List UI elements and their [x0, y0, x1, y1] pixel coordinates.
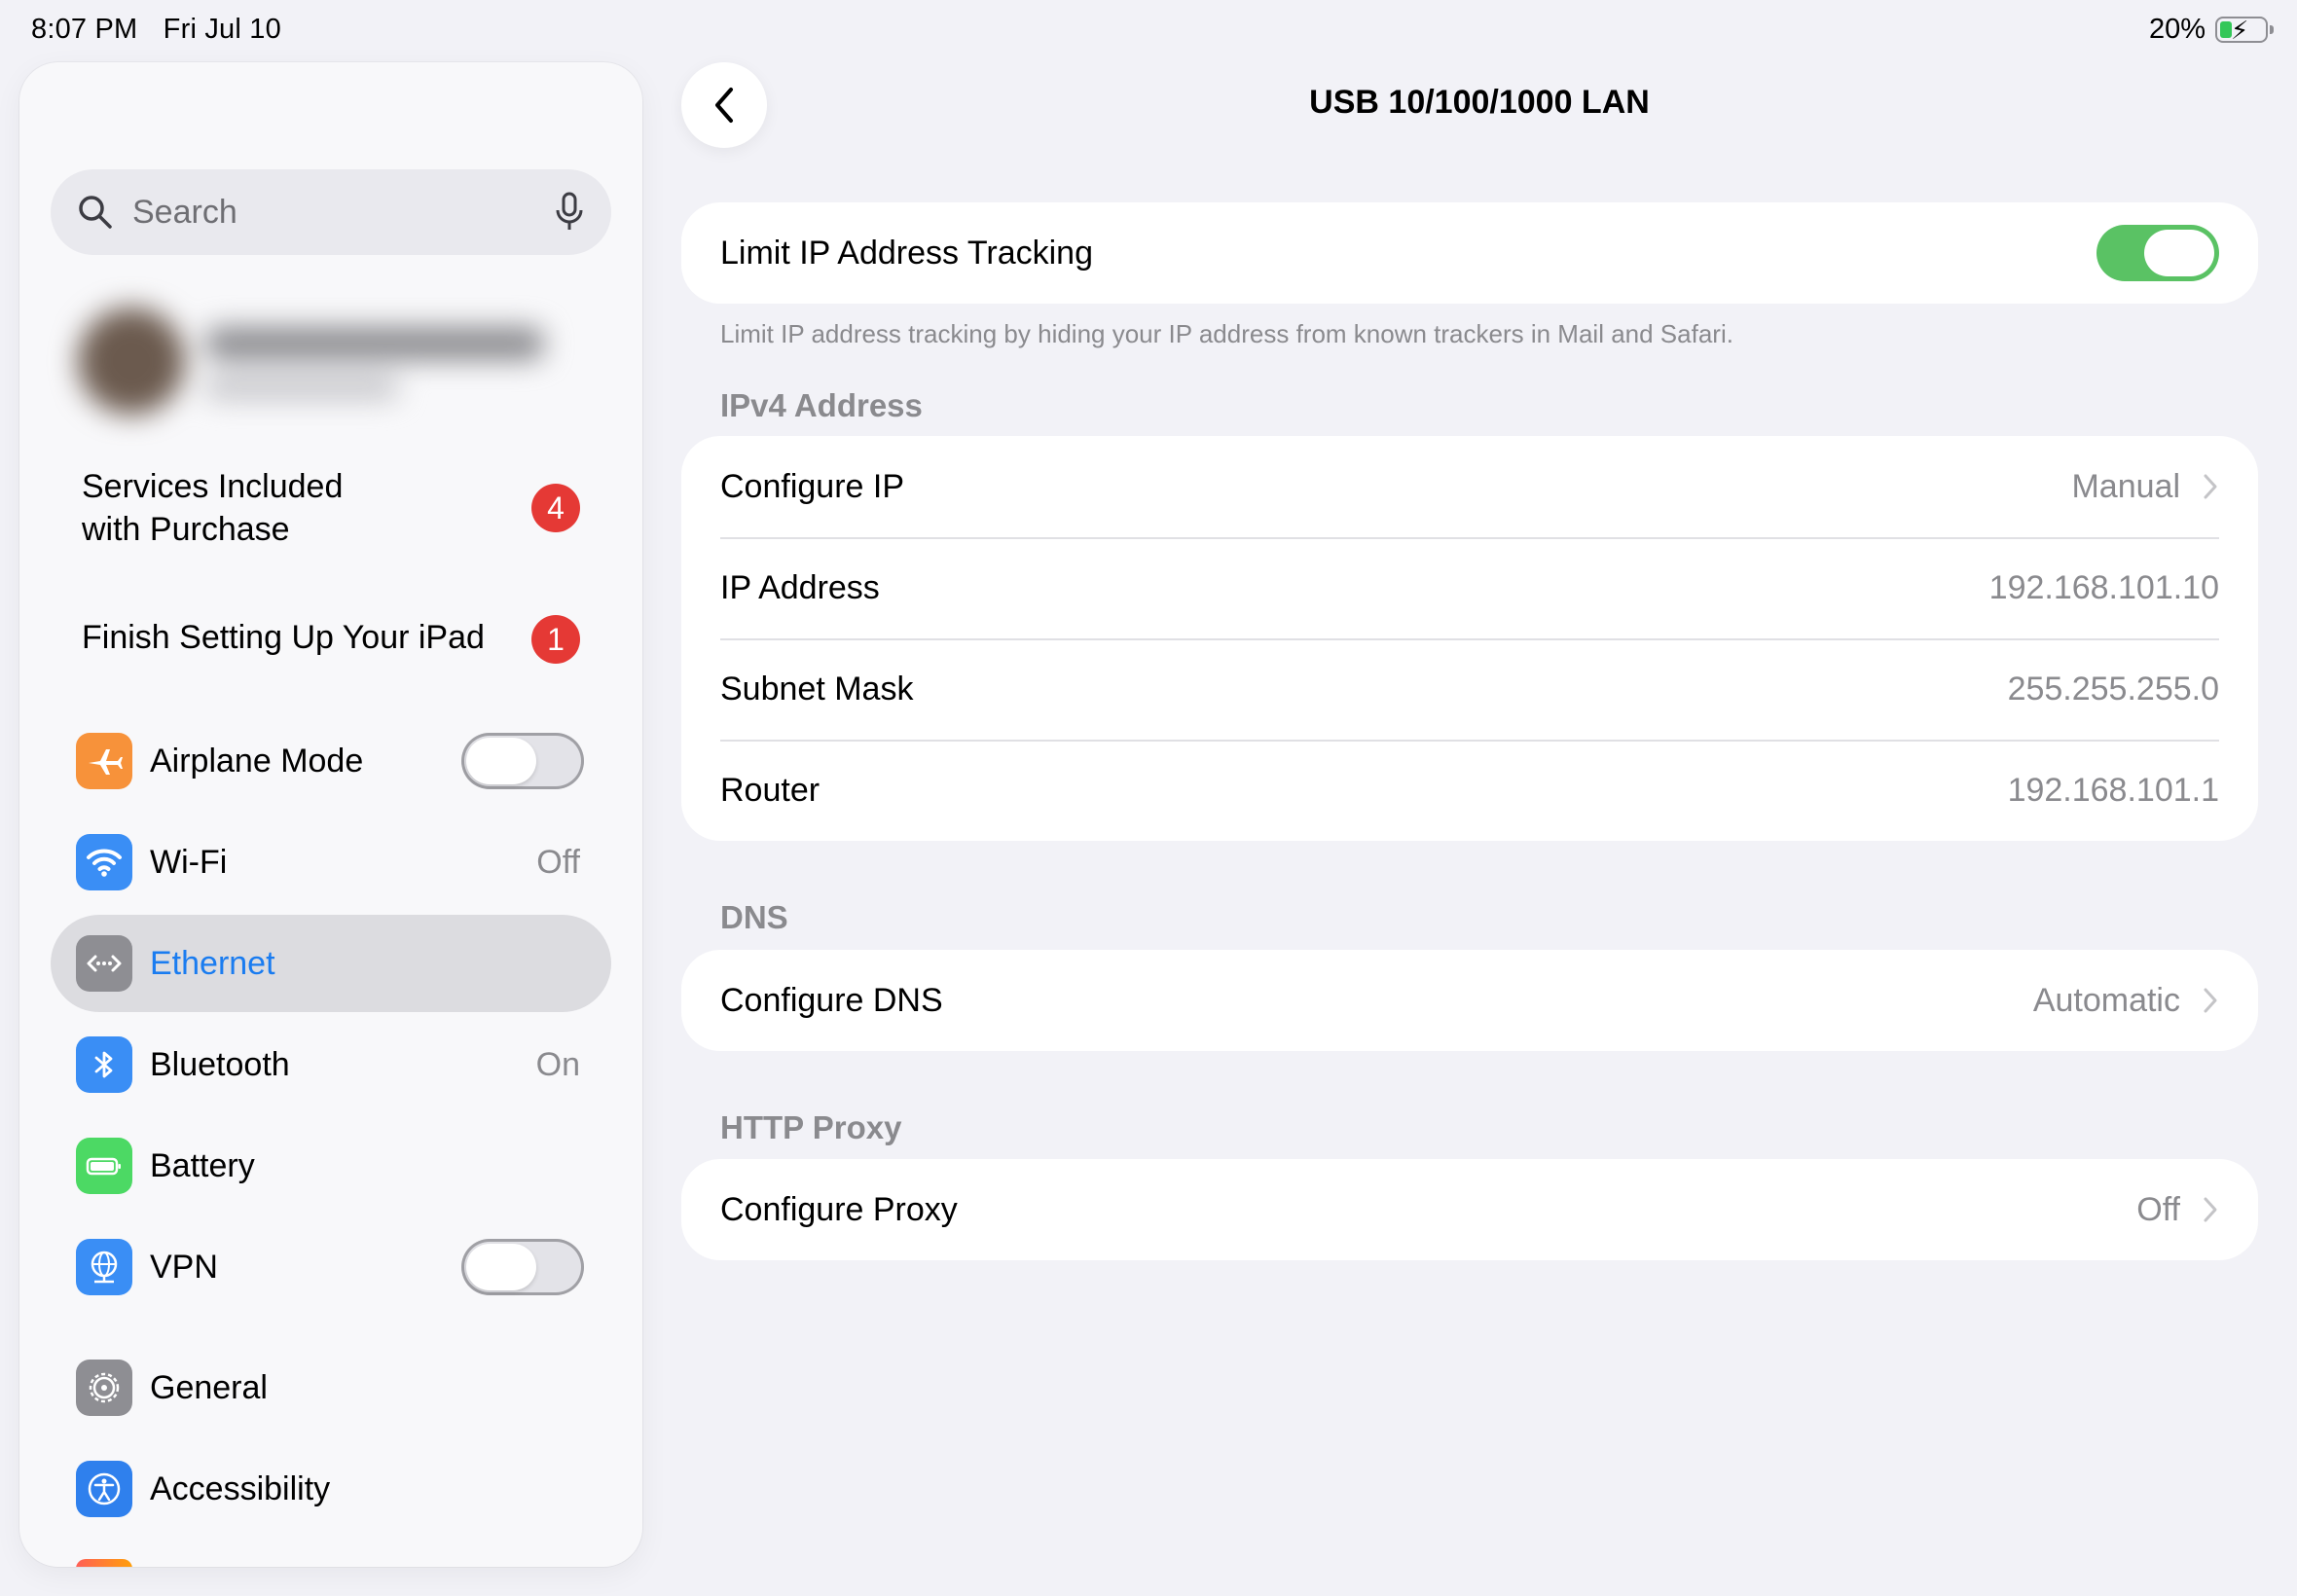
finish-setup-badge: 1	[531, 615, 580, 664]
airplane-mode-toggle[interactable]	[461, 733, 584, 789]
services-included-item[interactable]: Services Included with Purchase	[82, 465, 343, 551]
apple-account-profile-blurred[interactable]	[58, 288, 603, 415]
ip-address-row[interactable]: IP Address 192.168.101.10	[681, 537, 2258, 638]
wifi-icon	[76, 834, 132, 890]
ipv4-section-header: IPv4 Address	[720, 387, 923, 423]
limit-tracking-card: Limit IP Address Tracking	[681, 202, 2258, 304]
sidebar-item-ethernet[interactable]: Ethernet	[51, 915, 611, 1012]
status-bar-left: 8:07 PM Fri Jul 10	[31, 14, 299, 46]
proxy-card: Configure Proxy Off	[681, 1159, 2258, 1260]
wifi-status: Off	[536, 843, 580, 881]
sidebar-item-battery[interactable]: Battery	[51, 1117, 611, 1215]
router-row[interactable]: Router 192.168.101.1	[681, 740, 2258, 841]
battery-charging-icon: ⚡	[2215, 16, 2274, 45]
vpn-globe-icon	[76, 1239, 132, 1295]
back-button[interactable]	[681, 62, 767, 148]
ethernet-icon	[76, 935, 132, 992]
partial-next-item-icon	[76, 1559, 132, 1567]
status-time: 8:07 PM	[31, 14, 138, 45]
limit-ip-tracking-row: Limit IP Address Tracking	[681, 202, 2258, 304]
settings-sidebar: Search Services Included with Purchase 4…	[19, 62, 642, 1567]
page-title: USB 10/100/1000 LAN	[1309, 84, 1650, 121]
sidebar-item-vpn[interactable]: VPN	[51, 1218, 611, 1316]
sidebar-item-general[interactable]: General	[51, 1339, 611, 1436]
dns-section-header: DNS	[720, 899, 788, 935]
ipv4-card: Configure IP Manual IP Address 192.168.1…	[681, 436, 2258, 841]
limit-ip-tracking-toggle[interactable]	[2096, 225, 2219, 281]
bluetooth-status: On	[535, 1045, 580, 1083]
configure-dns-row[interactable]: Configure DNS Automatic	[681, 950, 2258, 1051]
search-icon	[79, 196, 112, 229]
configure-proxy-row[interactable]: Configure Proxy Off	[681, 1159, 2258, 1260]
search-field[interactable]: Search	[51, 169, 611, 255]
sidebar-item-bluetooth[interactable]: Bluetooth On	[51, 1016, 611, 1113]
http-proxy-section-header: HTTP Proxy	[720, 1109, 902, 1145]
chevron-right-icon	[2204, 1197, 2217, 1222]
avatar	[78, 308, 185, 415]
configure-ip-row[interactable]: Configure IP Manual	[681, 436, 2258, 537]
bluetooth-icon	[76, 1036, 132, 1093]
sidebar-item-wifi[interactable]: Wi-Fi Off	[51, 814, 611, 911]
airplane-icon	[76, 733, 132, 789]
vpn-toggle[interactable]	[461, 1239, 584, 1295]
microphone-icon[interactable]	[553, 191, 586, 234]
status-bar-right: 20% ⚡	[2148, 14, 2274, 46]
chevron-left-icon	[715, 88, 733, 123]
search-placeholder: Search	[132, 193, 237, 231]
finish-setup-item[interactable]: Finish Setting Up Your iPad	[82, 619, 485, 657]
battery-icon	[76, 1138, 132, 1194]
dns-card: Configure DNS Automatic	[681, 950, 2258, 1051]
sidebar-item-accessibility[interactable]: Accessibility	[51, 1440, 611, 1538]
subnet-mask-row[interactable]: Subnet Mask 255.255.255.0	[681, 638, 2258, 740]
limit-tracking-footnote: Limit IP address tracking by hiding your…	[720, 319, 1733, 348]
services-badge: 4	[531, 484, 580, 532]
battery-percent: 20%	[2148, 14, 2206, 45]
chevron-right-icon	[2204, 988, 2217, 1013]
status-date: Fri Jul 10	[163, 14, 281, 45]
accessibility-icon	[76, 1461, 132, 1517]
gear-icon	[76, 1360, 132, 1416]
chevron-right-icon	[2204, 474, 2217, 499]
sidebar-item-airplane-mode[interactable]: Airplane Mode	[51, 712, 611, 810]
